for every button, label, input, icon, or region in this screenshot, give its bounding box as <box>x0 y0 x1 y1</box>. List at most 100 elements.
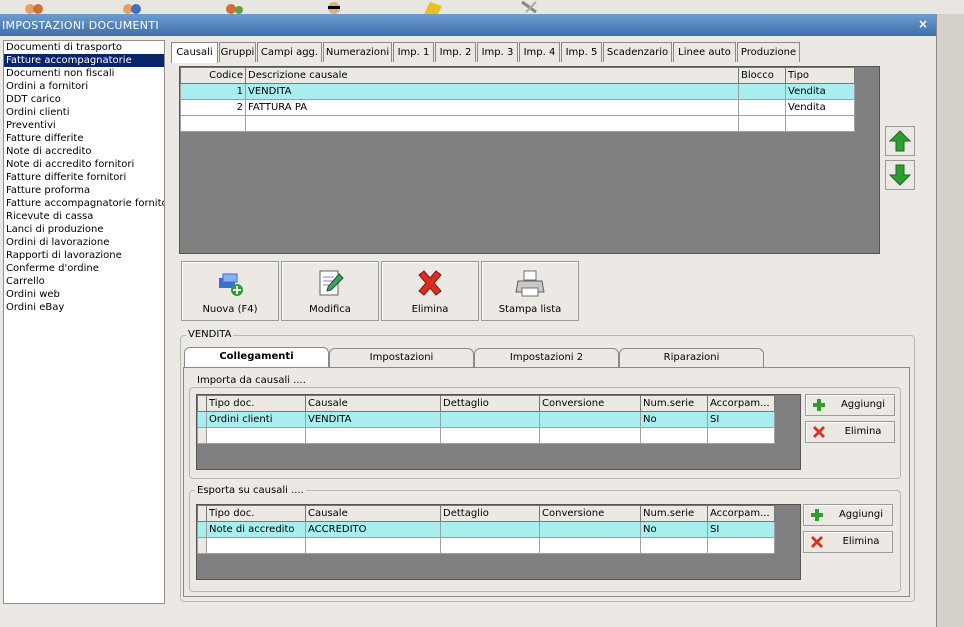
table-cell[interactable] <box>440 427 540 444</box>
subtab-riparazioni[interactable]: Riparazioni <box>619 348 764 367</box>
import-add-button[interactable]: Aggiungi <box>805 394 895 416</box>
tab-linee-auto[interactable]: Linee auto <box>673 42 736 62</box>
sidebar-item[interactable]: Note di accredito fornitori <box>4 158 164 171</box>
table-cell[interactable]: Vendita <box>785 83 855 100</box>
users-icon[interactable] <box>22 0 46 14</box>
table-row[interactable]: 2 FATTURA PA Vendita <box>180 99 855 116</box>
table-cell[interactable] <box>206 427 306 444</box>
table-cell[interactable] <box>640 427 708 444</box>
tab-causali[interactable]: Causali <box>171 42 218 63</box>
tab-numerazioni[interactable]: Numerazioni <box>323 42 392 62</box>
tab-imp-5[interactable]: Imp. 5 <box>561 42 602 62</box>
sidebar-item[interactable]: Lanci di produzione <box>4 223 164 236</box>
edit-button[interactable]: Modifica <box>281 261 379 321</box>
table-row[interactable] <box>197 537 775 554</box>
table-cell[interactable] <box>738 83 786 100</box>
table-cell[interactable]: FATTURA PA <box>245 99 739 116</box>
export-table[interactable]: Tipo doc. Causale Dettaglio Conversione Num.… <box>197 505 775 554</box>
tab-imp-2[interactable]: Imp. 2 <box>435 42 476 62</box>
table-row[interactable]: Note di accredito ACCREDITO No SI <box>197 521 775 538</box>
tab-scadenzario[interactable]: Scadenzario <box>603 42 672 62</box>
close-icon[interactable]: × <box>918 17 928 31</box>
subtab-collegamenti[interactable]: Collegamenti <box>184 347 329 368</box>
tab-gruppi[interactable]: Gruppi <box>219 42 256 62</box>
tab-imp-4[interactable]: Imp. 4 <box>519 42 560 62</box>
column-header[interactable]: Dettaglio <box>440 505 540 522</box>
table-cell[interactable]: Vendita <box>785 99 855 116</box>
table-cell[interactable] <box>440 411 540 428</box>
move-up-button[interactable] <box>885 126 915 156</box>
table-cell[interactable] <box>180 115 246 132</box>
sidebar-item[interactable]: Ordini a fornitori <box>4 80 164 93</box>
table-cell[interactable]: Ordini clienti <box>206 411 306 428</box>
users-icon[interactable] <box>222 0 246 14</box>
move-down-button[interactable] <box>885 160 915 190</box>
tab-produzione[interactable]: Produzione <box>737 42 800 62</box>
table-cell[interactable] <box>440 537 540 554</box>
sidebar-item[interactable]: DDT carico <box>4 93 164 106</box>
column-header[interactable]: Tipo <box>785 67 855 84</box>
sidebar-item[interactable]: Documenti non fiscali <box>4 67 164 80</box>
table-cell[interactable]: SI <box>707 521 775 538</box>
column-header[interactable]: Accorpam... <box>707 395 775 412</box>
table-cell[interactable]: SI <box>707 411 775 428</box>
column-header[interactable]: Tipo doc. <box>206 505 306 522</box>
subtab-impostazioni[interactable]: Impostazioni <box>329 348 474 367</box>
table-cell[interactable] <box>305 427 441 444</box>
column-header[interactable]: Conversione <box>539 505 641 522</box>
import-table[interactable]: Tipo doc. Causale Dettaglio Conversione Num.… <box>197 395 775 444</box>
sidebar-item[interactable]: Carrello <box>4 275 164 288</box>
table-cell[interactable] <box>539 521 641 538</box>
sidebar-item[interactable]: Note di accredito <box>4 145 164 158</box>
table-row[interactable] <box>197 427 775 444</box>
column-header[interactable]: Num.serie <box>640 395 708 412</box>
column-header[interactable]: Conversione <box>539 395 641 412</box>
users-icon[interactable] <box>120 0 144 14</box>
export-delete-button[interactable]: Elimina <box>803 531 893 553</box>
delete-button[interactable]: Elimina <box>381 261 479 321</box>
new-button[interactable]: Nuova (F4) <box>181 261 279 321</box>
table-cell[interactable] <box>245 115 739 132</box>
table-cell[interactable] <box>785 115 855 132</box>
table-cell[interactable]: Note di accredito <box>206 521 306 538</box>
column-header[interactable]: Tipo doc. <box>206 395 306 412</box>
table-cell[interactable] <box>707 427 775 444</box>
column-header[interactable]: Codice <box>180 67 246 84</box>
table-cell[interactable] <box>738 115 786 132</box>
export-add-button[interactable]: Aggiungi <box>803 504 893 526</box>
sidebar-item[interactable]: Fatture accompagnatorie fornito <box>4 197 164 210</box>
row-indicator[interactable] <box>197 411 207 428</box>
column-header[interactable]: Blocco <box>738 67 786 84</box>
folder-icon[interactable] <box>420 0 444 14</box>
column-header[interactable]: Causale <box>305 395 441 412</box>
table-cell[interactable] <box>707 537 775 554</box>
row-indicator[interactable] <box>197 521 207 538</box>
sidebar-item[interactable]: Preventivi <box>4 119 164 132</box>
table-cell[interactable]: VENDITA <box>245 83 739 100</box>
import-delete-button[interactable]: Elimina <box>805 421 895 443</box>
table-cell[interactable] <box>738 99 786 116</box>
sidebar-item[interactable]: Fatture proforma <box>4 184 164 197</box>
table-cell[interactable] <box>206 537 306 554</box>
column-header[interactable]: Accorpam... <box>707 505 775 522</box>
column-header[interactable]: Dettaglio <box>440 395 540 412</box>
sidebar-item[interactable]: Ordini di lavorazione <box>4 236 164 249</box>
table-cell[interactable] <box>305 537 441 554</box>
sidebar-item[interactable]: Ordini web <box>4 288 164 301</box>
row-indicator[interactable] <box>197 427 207 444</box>
sidebar-item[interactable]: Fatture differite fornitori <box>4 171 164 184</box>
table-cell[interactable]: 2 <box>180 99 246 116</box>
import-grid[interactable]: Tipo doc. Causale Dettaglio Conversione Num.… <box>196 394 801 470</box>
column-header[interactable]: Causale <box>305 505 441 522</box>
sidebar-item[interactable]: Fatture differite <box>4 132 164 145</box>
table-row[interactable]: Ordini clienti VENDITA No SI <box>197 411 775 428</box>
row-indicator[interactable] <box>197 537 207 554</box>
document-type-list[interactable]: Documenti di trasporto Fatture accompagna… <box>3 40 165 604</box>
sidebar-item[interactable]: Rapporti di lavorazione <box>4 249 164 262</box>
table-cell[interactable]: ACCREDITO <box>305 521 441 538</box>
sidebar-item[interactable]: Conferme d'ordine <box>4 262 164 275</box>
export-grid[interactable]: Tipo doc. Causale Dettaglio Conversione Num.… <box>196 504 801 580</box>
table-cell[interactable]: No <box>640 411 708 428</box>
table-cell[interactable] <box>539 537 641 554</box>
table-cell[interactable] <box>539 411 641 428</box>
